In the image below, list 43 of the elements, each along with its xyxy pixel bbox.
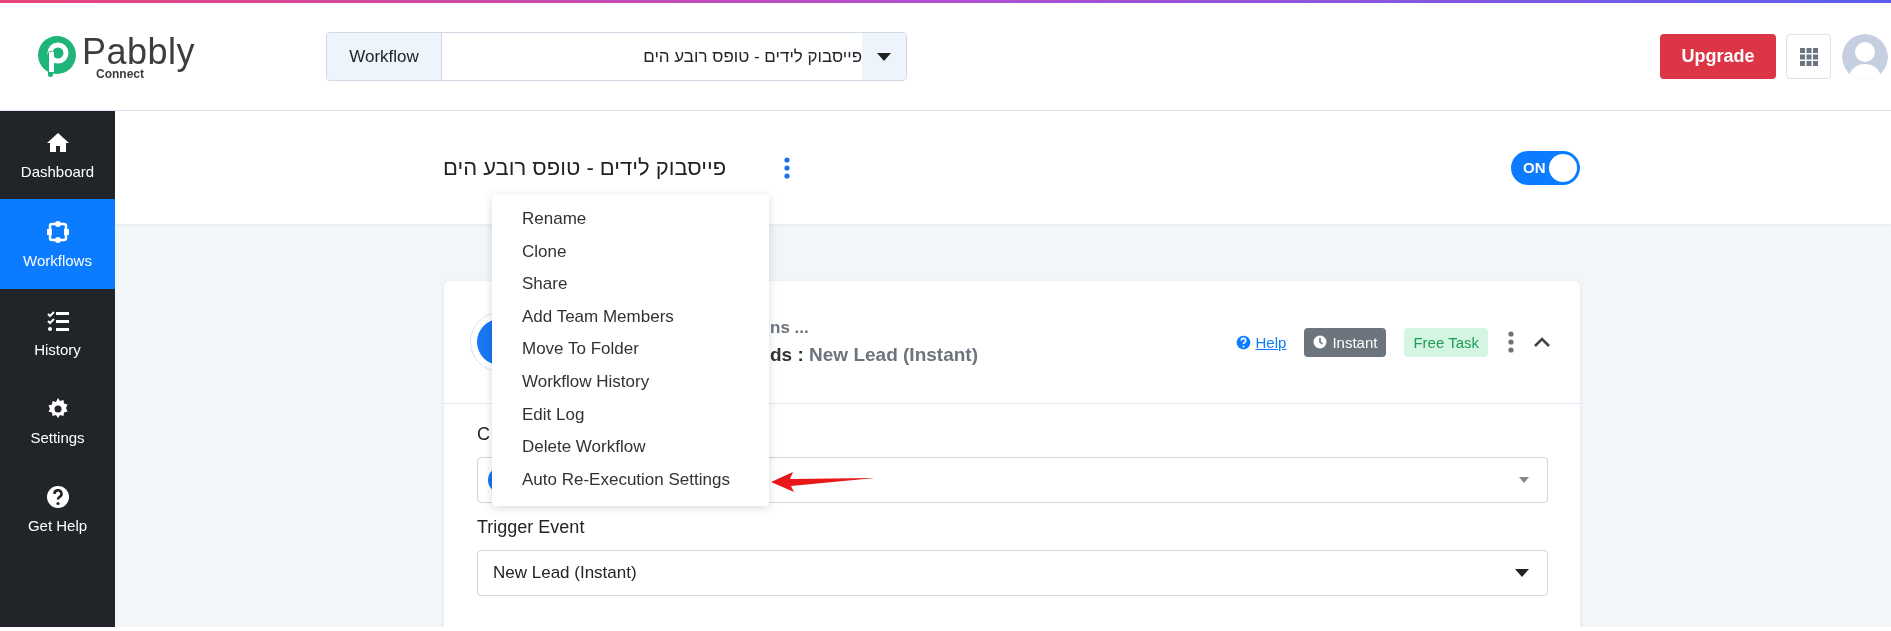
workflow-title: פייסבוק לידים - טופס רובע הים — [443, 154, 727, 181]
badge-label: Instant — [1332, 333, 1378, 351]
checklist-icon — [45, 308, 70, 333]
caret-icon — [1515, 569, 1529, 577]
help-icon — [45, 484, 70, 509]
upgrade-button[interactable]: Upgrade — [1660, 34, 1776, 79]
menu-item[interactable]: Rename — [492, 203, 769, 236]
more-icon[interactable] — [784, 156, 791, 179]
app-name-text: ns ... — [770, 318, 810, 338]
grid-icon — [1799, 47, 1818, 66]
logo-icon — [36, 34, 78, 79]
sidebar-item[interactable]: Settings — [0, 377, 115, 465]
workflow-toggle[interactable]: ON — [1511, 150, 1580, 185]
caret-icon — [1519, 477, 1529, 483]
field-label: Trigger Event — [477, 517, 586, 538]
menu-item[interactable]: Share — [492, 268, 769, 301]
workflow-icon — [45, 219, 70, 244]
event-select-field[interactable]: New Lead (Instant) — [477, 550, 1548, 596]
trigger-title: ds : New Lead (Instant) — [770, 344, 978, 366]
apps-button[interactable] — [1786, 34, 1831, 79]
chevron-up-icon[interactable] — [1534, 337, 1550, 347]
home-icon — [45, 130, 70, 155]
menu-item[interactable]: Workflow History — [492, 365, 769, 399]
select-value: New Lead (Instant) — [493, 563, 637, 583]
more-icon[interactable] — [1508, 331, 1514, 353]
field-label: C — [477, 424, 491, 445]
help-link[interactable]: Help — [1235, 333, 1287, 351]
sidebar-item[interactable]: Dashboard — [0, 111, 115, 199]
menu-item[interactable]: Edit Log — [492, 398, 769, 432]
menu-item[interactable]: Move To Folder — [492, 333, 769, 366]
sidebar-item[interactable]: Workflows — [0, 199, 115, 289]
logo-text: Pabbly — [82, 33, 196, 70]
sidebar-item[interactable]: Get Help — [0, 465, 115, 553]
select-value: פייסבוק לידים - טופס רובע הים — [642, 45, 862, 68]
task-cost-badge: Free Task — [1404, 327, 1488, 357]
sidebar-item[interactable]: History — [0, 289, 115, 377]
select-label: Workflow — [327, 33, 442, 80]
menu-item[interactable]: Add Team Members — [492, 300, 769, 334]
clock-icon — [1313, 335, 1328, 349]
menu-item[interactable]: Clone — [492, 235, 769, 269]
menu-item[interactable]: Delete Workflow — [492, 431, 769, 464]
help-icon — [1235, 334, 1251, 350]
caret-icon — [877, 52, 891, 61]
